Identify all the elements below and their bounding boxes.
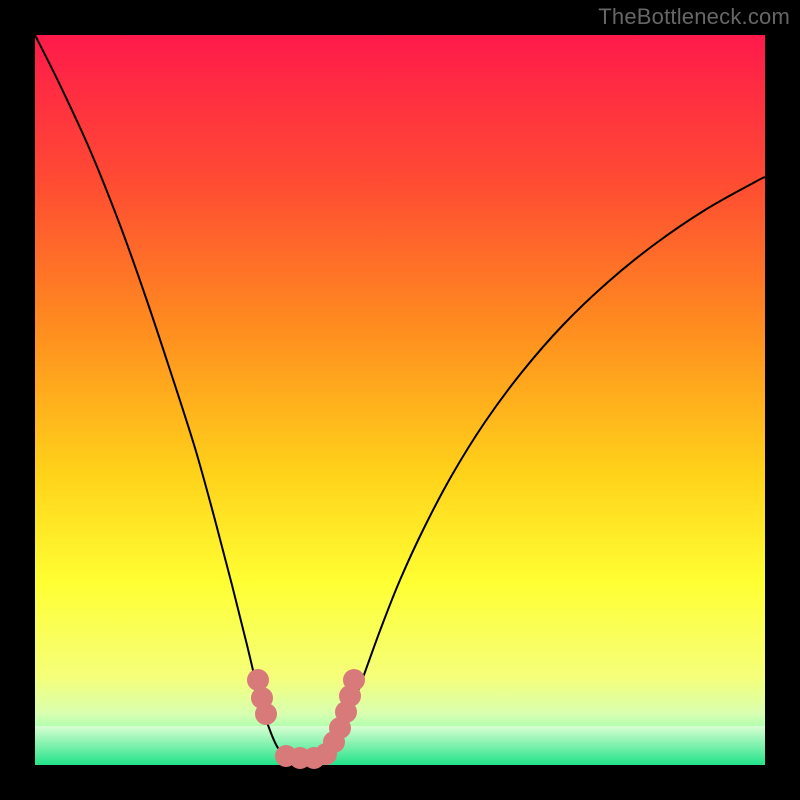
plot-background: [35, 35, 765, 765]
chart-frame: TheBottleneck.com: [0, 0, 800, 800]
marker-bottom: [315, 743, 337, 765]
bottleneck-chart: [0, 0, 800, 800]
green-band: [35, 726, 765, 765]
marker-left: [255, 703, 277, 725]
watermark-text: TheBottleneck.com: [598, 4, 790, 30]
